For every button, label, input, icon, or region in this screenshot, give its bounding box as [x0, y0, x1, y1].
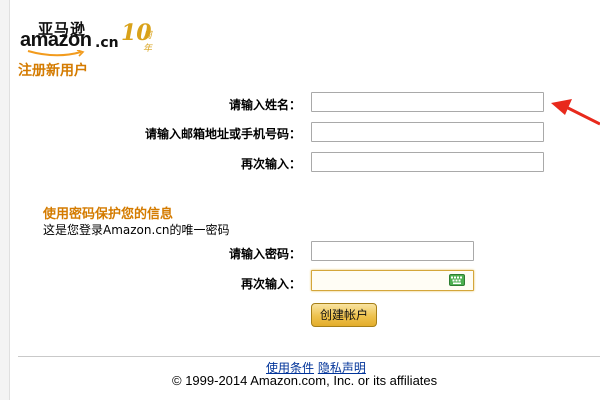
anniversary-text: 周年	[143, 31, 153, 54]
password-label: 请输入密码：	[228, 247, 301, 261]
left-edge-rail	[0, 0, 10, 400]
name-input[interactable]	[311, 92, 544, 112]
email-label: 请输入邮箱地址或手机号码：	[144, 127, 301, 141]
password-input[interactable]	[311, 241, 474, 261]
password-confirm-label: 再次输入：	[240, 277, 301, 291]
page-title: 注册新用户	[18, 63, 88, 79]
email-confirm-label: 再次输入：	[240, 157, 301, 171]
logo-brand-word: amazon	[20, 29, 92, 51]
email-input[interactable]	[311, 122, 544, 142]
copyright-notice: © 1999-2014 Amazon.com, Inc. or its affi…	[172, 373, 438, 388]
name-label: 请输入姓名：	[228, 98, 301, 112]
footer-divider	[18, 356, 600, 357]
password-section-title: 使用密码保护您的信息	[43, 207, 174, 222]
amazon-cn-logo[interactable]: 亚马逊 amazon .cn 10 周年	[20, 18, 153, 58]
amazon-smile-icon	[27, 50, 85, 57]
keyboard-icon[interactable]	[449, 274, 465, 286]
password-section-description: 这是您登录Amazon.cn的唯一密码	[43, 223, 230, 237]
email-confirm-input[interactable]	[311, 152, 544, 172]
logo-brand-suffix: .cn	[95, 35, 119, 51]
create-account-button[interactable]: 创建帐户	[311, 303, 377, 327]
red-arrow-annotation	[551, 99, 600, 126]
